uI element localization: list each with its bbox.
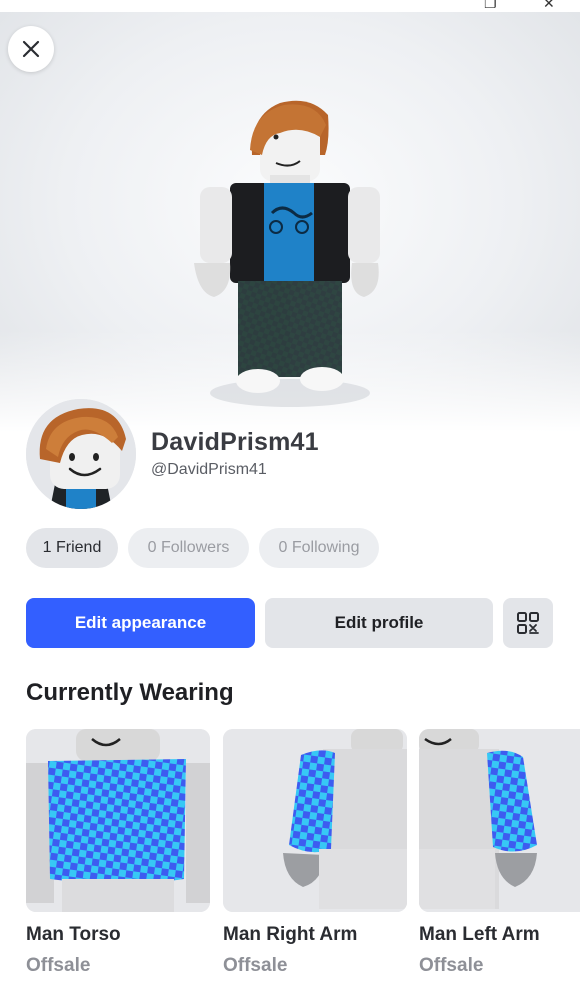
avatar-headshot[interactable]	[26, 399, 136, 509]
qr-code-button[interactable]	[503, 598, 553, 648]
close-button[interactable]	[8, 26, 54, 72]
item-status: Offsale	[26, 955, 91, 976]
close-window-icon[interactable]: ✕	[543, 0, 555, 10]
item-thumbnail	[223, 729, 407, 912]
followers-count-button[interactable]: 0 Followers	[128, 528, 249, 568]
item-status: Offsale	[223, 955, 288, 976]
item-name: Man Left Arm	[419, 924, 540, 945]
edit-profile-button[interactable]: Edit profile	[265, 598, 493, 648]
currently-wearing-heading: Currently Wearing	[26, 679, 234, 706]
right-arm-thumbnail-image	[223, 729, 407, 912]
item-name: Man Right Arm	[223, 924, 358, 945]
display-name: DavidPrism41	[151, 428, 319, 456]
username: @DavidPrism41	[151, 461, 267, 478]
restore-window-icon[interactable]: ❐	[484, 0, 497, 10]
item-status: Offsale	[419, 955, 484, 976]
close-icon	[22, 40, 40, 58]
item-name: Man Torso	[26, 924, 121, 945]
torso-thumbnail-image	[26, 729, 210, 912]
item-thumbnail	[26, 729, 210, 912]
following-count-button[interactable]: 0 Following	[259, 528, 379, 568]
left-arm-thumbnail-image	[419, 729, 580, 912]
edit-appearance-button[interactable]: Edit appearance	[26, 598, 255, 648]
wearing-item-card[interactable]: Man Right Arm Offsale	[223, 729, 407, 977]
wearing-item-card[interactable]: Man Left Arm Offsale	[419, 729, 580, 977]
avatar-headshot-image	[26, 399, 136, 509]
avatar-3d-model[interactable]	[180, 95, 400, 415]
item-thumbnail	[419, 729, 580, 912]
friends-count-button[interactable]: 1 Friend	[26, 528, 118, 568]
wearing-item-card[interactable]: Man Torso Offsale	[26, 729, 210, 977]
qr-code-icon	[517, 612, 539, 634]
window-titlebar: ❐ ✕	[0, 0, 580, 12]
